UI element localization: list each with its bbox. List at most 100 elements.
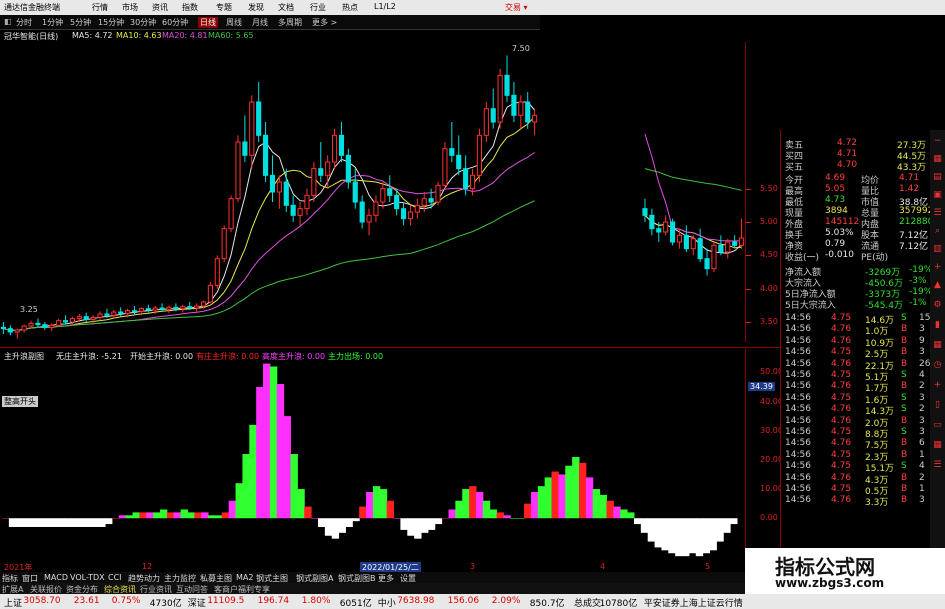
- image-icon[interactable]: ▣: [932, 190, 943, 201]
- candle-up: [476, 134, 482, 176]
- back-icon[interactable]: ◧: [4, 17, 12, 26]
- histogram-chart[interactable]: [0, 349, 745, 564]
- indicator-tab[interactable]: CCI: [108, 573, 122, 582]
- candle-up: [373, 201, 379, 216]
- stat-value: 5.05: [825, 184, 846, 194]
- menu-item-index[interactable]: 指数: [182, 2, 198, 13]
- candle-up: [414, 204, 420, 213]
- ma60-label: MA60: 5.65: [208, 31, 254, 40]
- menu-item-news[interactable]: 资讯: [152, 2, 168, 13]
- chart-icon[interactable]: ▮: [932, 320, 943, 331]
- histogram-bar: [379, 489, 388, 519]
- candle-down: [0, 326, 7, 330]
- chevron-up-icon[interactable]: ▲: [932, 280, 943, 291]
- histogram-bar: [159, 509, 168, 519]
- plus-icon[interactable]: +: [932, 262, 943, 273]
- chart-divider[interactable]: [0, 347, 780, 348]
- tick-price: 4.76: [831, 358, 852, 369]
- period-tab-1min[interactable]: 1分钟: [42, 17, 63, 28]
- candle-down: [400, 208, 407, 220]
- tick-price: 4.75: [831, 484, 852, 494]
- tick-time: 14:56: [785, 472, 811, 483]
- clock-icon[interactable]: ◷: [932, 360, 943, 371]
- candle-up: [725, 241, 731, 253]
- extension-tabs: 扩展A 关联报价 资金分布 综合资讯 行业资讯 互动问答 客商户福利专享: [0, 583, 780, 594]
- stat-value: 0.79: [825, 239, 846, 249]
- tick-time: 14:56: [785, 392, 811, 403]
- histogram-bar: [503, 515, 511, 519]
- candlestick-chart[interactable]: [0, 42, 745, 342]
- histogram-bar: [723, 518, 731, 533]
- price-tick: [746, 288, 751, 290]
- indicator-tab[interactable]: VOL-TDX: [70, 573, 105, 582]
- tick-side: S: [901, 404, 907, 415]
- histogram-bar: [661, 518, 669, 551]
- histogram-bar: [400, 518, 408, 530]
- period-tab-15min[interactable]: 15分钟: [98, 17, 124, 28]
- ma5-line: [3, 101, 742, 331]
- list-icon[interactable]: ☰: [932, 460, 943, 471]
- period-tab-30min[interactable]: 30分钟: [130, 17, 156, 28]
- menu-item-quotes[interactable]: 行情: [92, 2, 108, 13]
- trade-button[interactable]: 交易 ▾: [505, 2, 528, 13]
- candle-down: [683, 234, 689, 250]
- table-icon[interactable]: ▥: [932, 244, 943, 255]
- period-tab-timeshare[interactable]: 分时: [16, 17, 32, 28]
- grid-icon[interactable]: ▦: [932, 440, 943, 451]
- status-item: 2.09%: [491, 596, 521, 606]
- indicator-badge[interactable]: 整高开头: [2, 396, 38, 407]
- list-icon[interactable]: ☰: [932, 208, 943, 219]
- histogram-bar: [242, 454, 250, 519]
- candle-up: [28, 322, 34, 327]
- histogram-bar: [77, 518, 85, 527]
- menu-item-discover[interactable]: 发现: [248, 2, 264, 13]
- menu-item-hot[interactable]: 热点: [342, 2, 358, 13]
- tick-side: B: [901, 438, 908, 449]
- flow-label[interactable]: 5日大宗流入: [785, 298, 836, 311]
- period-tab-weekly[interactable]: 周线: [226, 17, 242, 28]
- period-tab-60min[interactable]: 60分钟: [162, 17, 188, 28]
- candle-up: [180, 306, 186, 310]
- menu-item-market[interactable]: 市场: [122, 2, 138, 13]
- doc-icon[interactable]: ▭: [932, 420, 943, 431]
- menu-item-industry[interactable]: 行业: [310, 2, 326, 13]
- current-value-badge: 34.39: [748, 382, 775, 391]
- ma10-label: MA10: 4.63: [116, 31, 162, 40]
- period-tab-more[interactable]: 更多 >: [312, 17, 337, 28]
- tick-side: S: [901, 427, 907, 437]
- candle-up: [331, 134, 338, 163]
- gear-icon[interactable]: ⚙: [932, 300, 943, 311]
- histogram-bar: [640, 518, 649, 533]
- status-item: 中小: [377, 599, 396, 609]
- minus-icon[interactable]: −: [932, 136, 943, 147]
- menu-item-topic[interactable]: 专题: [216, 2, 232, 13]
- tick-time: 14:56: [785, 484, 811, 494]
- plus-icon[interactable]: +: [932, 380, 943, 391]
- histogram-bar: [118, 515, 127, 519]
- period-tab-monthly[interactable]: 月线: [252, 17, 268, 28]
- histogram-bar: [22, 518, 30, 527]
- tick-side: S: [901, 461, 907, 472]
- period-tab-5min[interactable]: 5分钟: [70, 17, 91, 28]
- grid-icon[interactable]: ▦: [932, 340, 943, 351]
- tick-price: 4.75: [831, 449, 852, 460]
- menu-item-docs[interactable]: 文档: [278, 2, 294, 13]
- period-tab-multi[interactable]: 多周期: [278, 17, 302, 28]
- window-icon[interactable]: ▤: [932, 172, 943, 183]
- period-tab-daily[interactable]: 日线: [198, 17, 218, 28]
- indicator-tabs: 指标 窗口 MACD VOL-TDX CCI 趋势动力 主力监控 私募主图 MA…: [0, 572, 780, 583]
- histogram-bar: [201, 512, 209, 519]
- indicator-tab[interactable]: MACD: [44, 573, 68, 582]
- stat-value: 212880: [899, 217, 934, 227]
- grid-icon[interactable]: ▦: [932, 154, 943, 165]
- histogram-bar: [29, 518, 37, 527]
- bookmark-icon[interactable]: ▯: [932, 400, 943, 411]
- indicator-tab[interactable]: MA2: [236, 573, 253, 582]
- candle-up: [200, 301, 207, 307]
- histogram-bar: [36, 518, 44, 527]
- menu-item-level[interactable]: L1/L2: [374, 2, 396, 11]
- search-icon[interactable]: ⌕: [932, 226, 943, 237]
- price-tick-label: 4.00: [760, 283, 778, 293]
- tick-side: B: [901, 484, 908, 494]
- tick-price: 4.76: [831, 495, 852, 506]
